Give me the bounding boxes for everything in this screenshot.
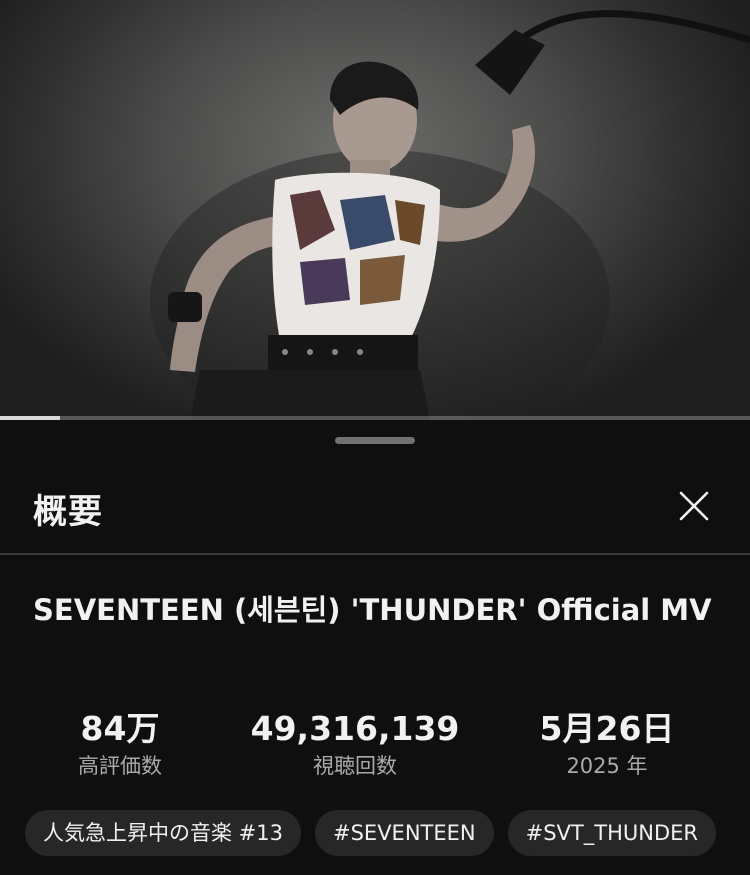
likes-stat: 84万 高評価数: [0, 707, 240, 781]
likes-label: 高評価数: [78, 754, 162, 778]
views-count: 49,316,139: [250, 709, 460, 748]
description-sheet: 概要 SEVENTEEN (세븐틴) 'THUNDER' Official MV…: [0, 420, 750, 875]
hashtag-chips: 人気急上昇中の音楽 #13 #SEVENTEEN #SVT_THUNDER: [25, 810, 730, 856]
views-stat: 49,316,139 視聴回数: [235, 707, 475, 781]
drag-handle[interactable]: [335, 437, 415, 444]
header-divider: [0, 553, 750, 555]
sheet-title: 概要: [33, 492, 103, 532]
publish-year: 2025 年: [566, 754, 648, 778]
views-label: 視聴回数: [313, 754, 397, 778]
chip-svt-thunder[interactable]: #SVT_THUNDER: [507, 810, 716, 856]
likes-count: 84万: [80, 709, 160, 748]
video-title: SEVENTEEN (세븐틴) 'THUNDER' Official MV: [33, 593, 712, 627]
chip-trending-music[interactable]: 人気急上昇中の音楽 #13: [25, 810, 301, 856]
close-icon: [679, 491, 709, 521]
chip-seventeen[interactable]: #SEVENTEEN: [315, 810, 494, 856]
video-stats: 84万 高評価数 49,316,139 視聴回数 5月26日 2025 年: [0, 707, 750, 787]
video-frame-image: [150, 10, 750, 420]
close-button[interactable]: [670, 482, 718, 530]
date-stat: 5月26日 2025 年: [487, 707, 727, 781]
app-root: 概要 SEVENTEEN (세븐틴) 'THUNDER' Official MV…: [0, 0, 750, 875]
publish-date: 5月26日: [539, 709, 675, 748]
video-player[interactable]: [0, 0, 750, 420]
